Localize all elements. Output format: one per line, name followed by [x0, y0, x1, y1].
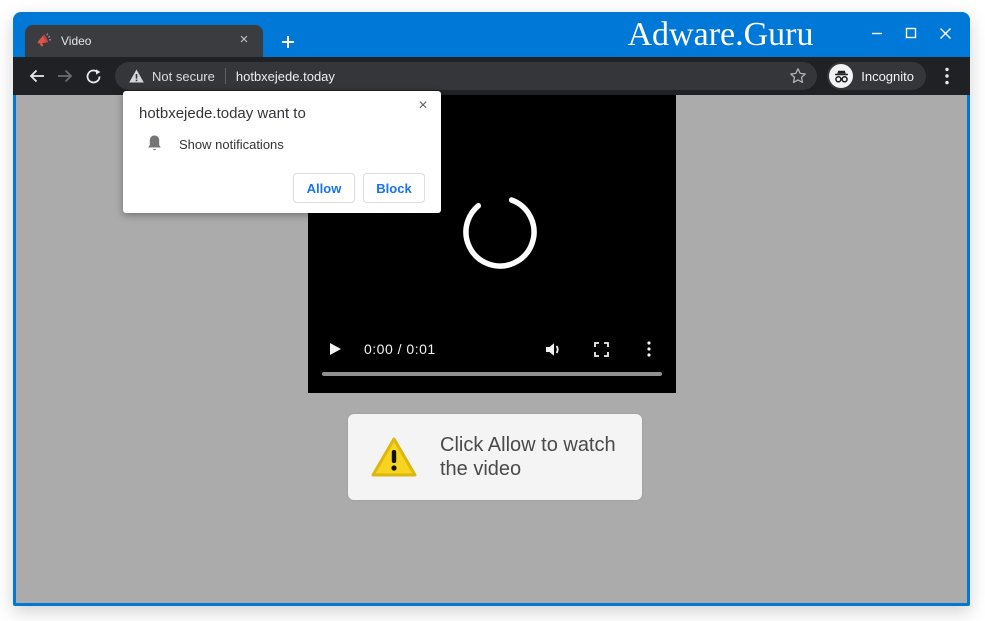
close-icon [939, 27, 952, 40]
window-controls [860, 18, 962, 48]
maximize-icon [905, 27, 917, 39]
bell-icon [146, 134, 163, 152]
tab-title: Video [61, 34, 235, 48]
tab-close-icon[interactable]: × [235, 32, 253, 50]
toolbar: Not secure hotbxejede.today Incognito [13, 57, 970, 95]
play-button[interactable] [322, 337, 348, 361]
minimize-button[interactable] [860, 18, 894, 48]
not-secure-warning-icon [129, 69, 144, 83]
back-icon [28, 67, 46, 85]
maximize-button[interactable] [894, 18, 928, 48]
popup-close-icon[interactable]: × [414, 97, 432, 115]
url-text[interactable]: hotbxejede.today [236, 69, 335, 84]
fullscreen-icon [594, 342, 609, 357]
bookmark-star-icon[interactable] [789, 67, 807, 85]
browser-window: Video × Adware.Guru [13, 12, 970, 606]
video-time: 0:00 / 0:01 [364, 341, 436, 357]
tab-video[interactable]: Video × [25, 25, 263, 57]
video-progress-bar[interactable] [322, 372, 662, 376]
window-title: Adware.Guru [613, 15, 828, 55]
security-label: Not secure [152, 69, 215, 84]
browser-menu-button[interactable] [934, 62, 960, 90]
incognito-icon [834, 70, 849, 83]
minimize-icon [871, 27, 883, 39]
play-icon [328, 342, 342, 356]
new-tab-button[interactable] [275, 29, 301, 55]
plus-icon [281, 35, 295, 49]
block-button[interactable]: Block [363, 173, 425, 203]
allow-button[interactable]: Allow [293, 173, 355, 203]
notification-permission-popup: × hotbxejede.today want to Show notifica… [123, 91, 441, 213]
incognito-label: Incognito [861, 69, 914, 84]
titlebar: Video × Adware.Guru [13, 12, 970, 57]
message-text: Click Allow to watch the video [440, 433, 640, 481]
incognito-badge: Incognito [827, 62, 926, 90]
video-controls: 0:00 / 0:01 [322, 337, 662, 361]
message-box: Click Allow to watch the video [348, 414, 642, 500]
incognito-avatar [829, 64, 853, 88]
address-bar[interactable]: Not secure hotbxejede.today [115, 62, 817, 90]
forward-button[interactable] [51, 62, 79, 90]
volume-button[interactable] [540, 337, 566, 361]
volume-icon [545, 342, 562, 357]
loading-spinner-icon [460, 192, 540, 272]
megaphone-favicon-icon [35, 33, 52, 50]
forward-icon [56, 67, 74, 85]
fullscreen-button[interactable] [588, 337, 614, 361]
kebab-menu-icon [945, 67, 949, 85]
back-button[interactable] [23, 62, 51, 90]
warning-triangle-icon [370, 436, 418, 478]
popup-title: hotbxejede.today want to [139, 105, 306, 122]
video-menu-button[interactable] [636, 337, 662, 361]
close-window-button[interactable] [928, 18, 962, 48]
popup-permission-label: Show notifications [179, 137, 284, 152]
omnibox-divider [225, 68, 226, 84]
video-kebab-menu-icon [647, 341, 651, 357]
reload-button[interactable] [79, 62, 107, 90]
popup-buttons: Allow Block [293, 173, 425, 203]
reload-icon [85, 68, 102, 85]
